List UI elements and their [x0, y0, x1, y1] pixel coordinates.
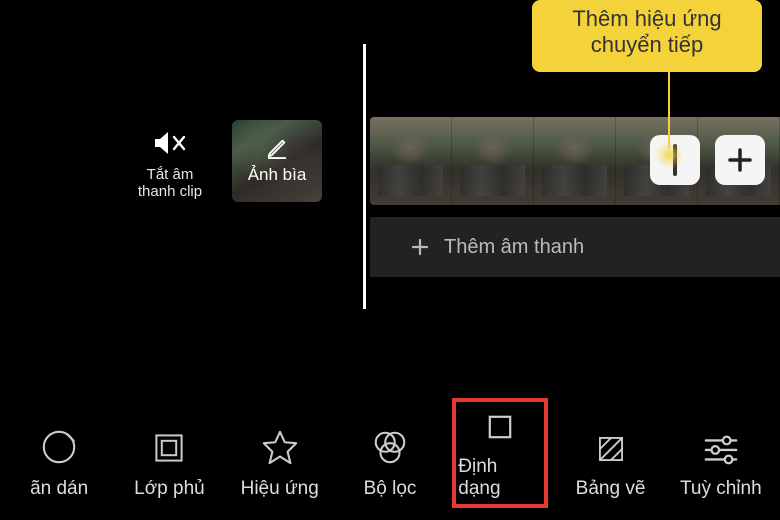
timeline-frame[interactable] — [452, 117, 534, 205]
cover-thumbnail-button[interactable]: Ảnh bìa — [232, 120, 322, 202]
mute-label-1: Tắt âm — [125, 166, 215, 183]
sticker-label: ãn dán — [30, 478, 88, 500]
overlay-icon — [151, 430, 187, 466]
playhead-line[interactable] — [363, 44, 366, 309]
timeline-frame[interactable] — [370, 117, 452, 205]
bottom-toolbar: ãn dán Lớp phủ Hiệu ứng Bộ lọc Định dạng — [0, 402, 780, 512]
hatch-square-icon — [594, 432, 628, 466]
effect-label: Hiệu ứng — [241, 478, 319, 500]
adjust-tool[interactable]: Tuỳ chỉnh — [675, 422, 767, 506]
tooltip-line1: Thêm hiệu ứng — [542, 6, 752, 32]
add-audio-track-button[interactable]: Thêm âm thanh — [370, 217, 780, 277]
square-icon — [483, 410, 517, 444]
audio-label: Thêm âm thanh — [444, 236, 584, 259]
overlay-label: Lớp phủ — [134, 478, 205, 500]
filter-label: Bộ lọc — [364, 478, 417, 500]
sliders-icon — [702, 432, 740, 466]
format-label: Định dạng — [458, 456, 542, 500]
effect-tool[interactable]: Hiệu ứng — [234, 418, 326, 506]
mute-clip-audio-button[interactable]: Tắt âm thanh clip — [125, 128, 215, 200]
plus-icon — [410, 237, 430, 257]
overlay-tool[interactable]: Lớp phủ — [123, 420, 215, 506]
sticker-tool[interactable]: ãn dán — [13, 418, 105, 506]
adjust-label: Tuỳ chỉnh — [680, 478, 762, 500]
canvas-label: Bảng vẽ — [576, 478, 646, 500]
tooltip-line2: chuyển tiếp — [542, 32, 752, 58]
add-clip-button[interactable] — [715, 135, 765, 185]
pencil-icon — [266, 137, 288, 159]
timeline-frame[interactable] — [534, 117, 616, 205]
plus-icon — [725, 145, 755, 175]
format-tool[interactable]: Định dạng — [454, 400, 546, 506]
canvas-tool[interactable]: Bảng vẽ — [565, 422, 657, 506]
mute-label-2: thanh clip — [125, 183, 215, 200]
transition-tooltip: Thêm hiệu ứng chuyển tiếp — [532, 0, 762, 72]
star-icon — [261, 428, 299, 466]
filter-tool[interactable]: Bộ lọc — [344, 418, 436, 506]
speaker-mute-icon — [152, 128, 188, 158]
filter-icon — [371, 428, 409, 466]
sticker-icon — [40, 428, 78, 466]
cover-label: Ảnh bìa — [248, 165, 307, 185]
